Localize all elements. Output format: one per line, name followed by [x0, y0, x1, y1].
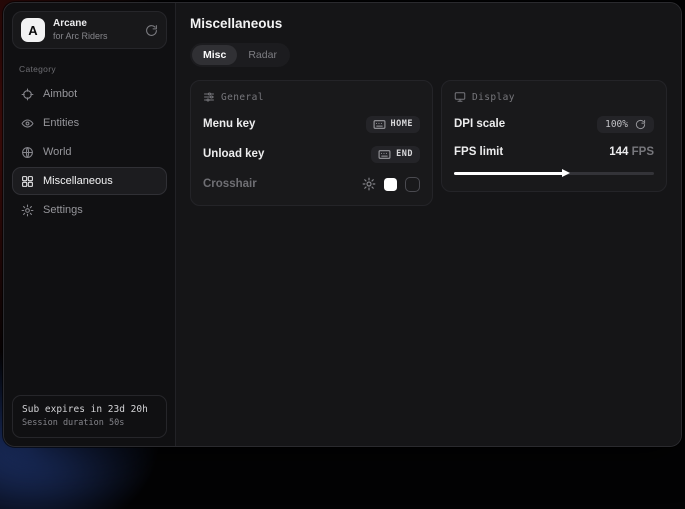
crosshair-settings-gear-icon[interactable]	[362, 177, 376, 191]
crosshair-color-swatch[interactable]	[384, 178, 397, 191]
tab-misc[interactable]: Misc	[192, 45, 237, 65]
entities-icon	[21, 117, 34, 130]
dpi-scale-label: DPI scale	[454, 118, 505, 130]
sidebar-item-world[interactable]: World	[12, 138, 167, 166]
general-card-title: General	[221, 92, 264, 103]
fps-limit-unit: FPS	[632, 146, 654, 158]
subscription-info: Sub expires in 23d 20h Session duration …	[12, 395, 167, 438]
crosshair-icon	[21, 88, 34, 101]
refresh-icon[interactable]	[145, 24, 158, 37]
menu-key-label: Menu key	[203, 118, 255, 130]
dpi-scale-value: 100%	[605, 119, 628, 130]
display-card: Display DPI scale 100% FPS limit	[441, 80, 667, 192]
fps-slider-fill	[454, 172, 564, 175]
keyboard-icon	[378, 149, 391, 160]
sidebar-item-miscellaneous[interactable]: Miscellaneous	[12, 167, 167, 195]
fps-limit-slider[interactable]	[454, 167, 654, 179]
globe-icon	[21, 146, 34, 159]
sidebar: A Arcane for Arc Riders Category Aimbot	[4, 3, 176, 446]
sidebar-item-label: Miscellaneous	[43, 175, 113, 187]
display-card-title: Display	[472, 92, 515, 103]
category-label: Category	[19, 64, 167, 74]
dpi-scale-row: DPI scale 100%	[454, 115, 654, 133]
main-content: Miscellaneous Misc Radar General	[176, 3, 681, 446]
sliders-icon	[203, 91, 215, 103]
sidebar-item-label: Settings	[43, 204, 83, 216]
session-duration-text: Session duration 50s	[22, 417, 157, 430]
page-title: Miscellaneous	[190, 16, 667, 31]
crosshair-label: Crosshair	[203, 178, 257, 190]
sub-expiry-text: Sub expires in 23d 20h	[22, 403, 157, 417]
menu-key-binding[interactable]: HOME	[366, 116, 420, 133]
dpi-scale-select[interactable]: 100%	[597, 116, 654, 133]
unload-key-row: Unload key END	[203, 145, 420, 163]
sidebar-item-label: World	[43, 146, 72, 158]
menu-key-row: Menu key HOME	[203, 115, 420, 133]
app-logo: A	[21, 18, 45, 42]
sidebar-item-aimbot[interactable]: Aimbot	[12, 80, 167, 108]
menu-key-value: HOME	[391, 119, 413, 129]
unload-key-value: END	[396, 149, 413, 159]
sidebar-item-settings[interactable]: Settings	[12, 196, 167, 224]
monitor-icon	[454, 91, 466, 103]
tab-radar[interactable]: Radar	[237, 45, 288, 65]
tab-bar: Misc Radar	[190, 43, 290, 67]
cycle-icon	[635, 119, 646, 130]
app-window: A Arcane for Arc Riders Category Aimbot	[3, 2, 682, 447]
app-title: Arcane	[53, 18, 137, 31]
gear-icon	[21, 204, 34, 217]
unload-key-binding[interactable]: END	[371, 146, 420, 163]
fps-slider-thumb[interactable]	[562, 169, 570, 177]
crosshair-row: Crosshair	[203, 175, 420, 193]
brand-card: A Arcane for Arc Riders	[12, 11, 167, 49]
fps-limit-label: FPS limit	[454, 146, 503, 158]
general-card: General Menu key HOME Unload key	[190, 80, 433, 206]
fps-limit-value: 144	[609, 146, 628, 158]
grid-icon	[21, 175, 34, 188]
crosshair-checkbox[interactable]	[405, 177, 420, 192]
fps-limit-row: FPS limit 144 FPS	[454, 143, 654, 161]
sidebar-item-entities[interactable]: Entities	[12, 109, 167, 137]
sidebar-nav: Aimbot Entities World	[12, 80, 167, 224]
keyboard-icon	[373, 119, 386, 130]
sidebar-item-label: Aimbot	[43, 88, 77, 100]
sidebar-item-label: Entities	[43, 117, 79, 129]
unload-key-label: Unload key	[203, 148, 264, 160]
app-subtitle: for Arc Riders	[53, 31, 137, 42]
